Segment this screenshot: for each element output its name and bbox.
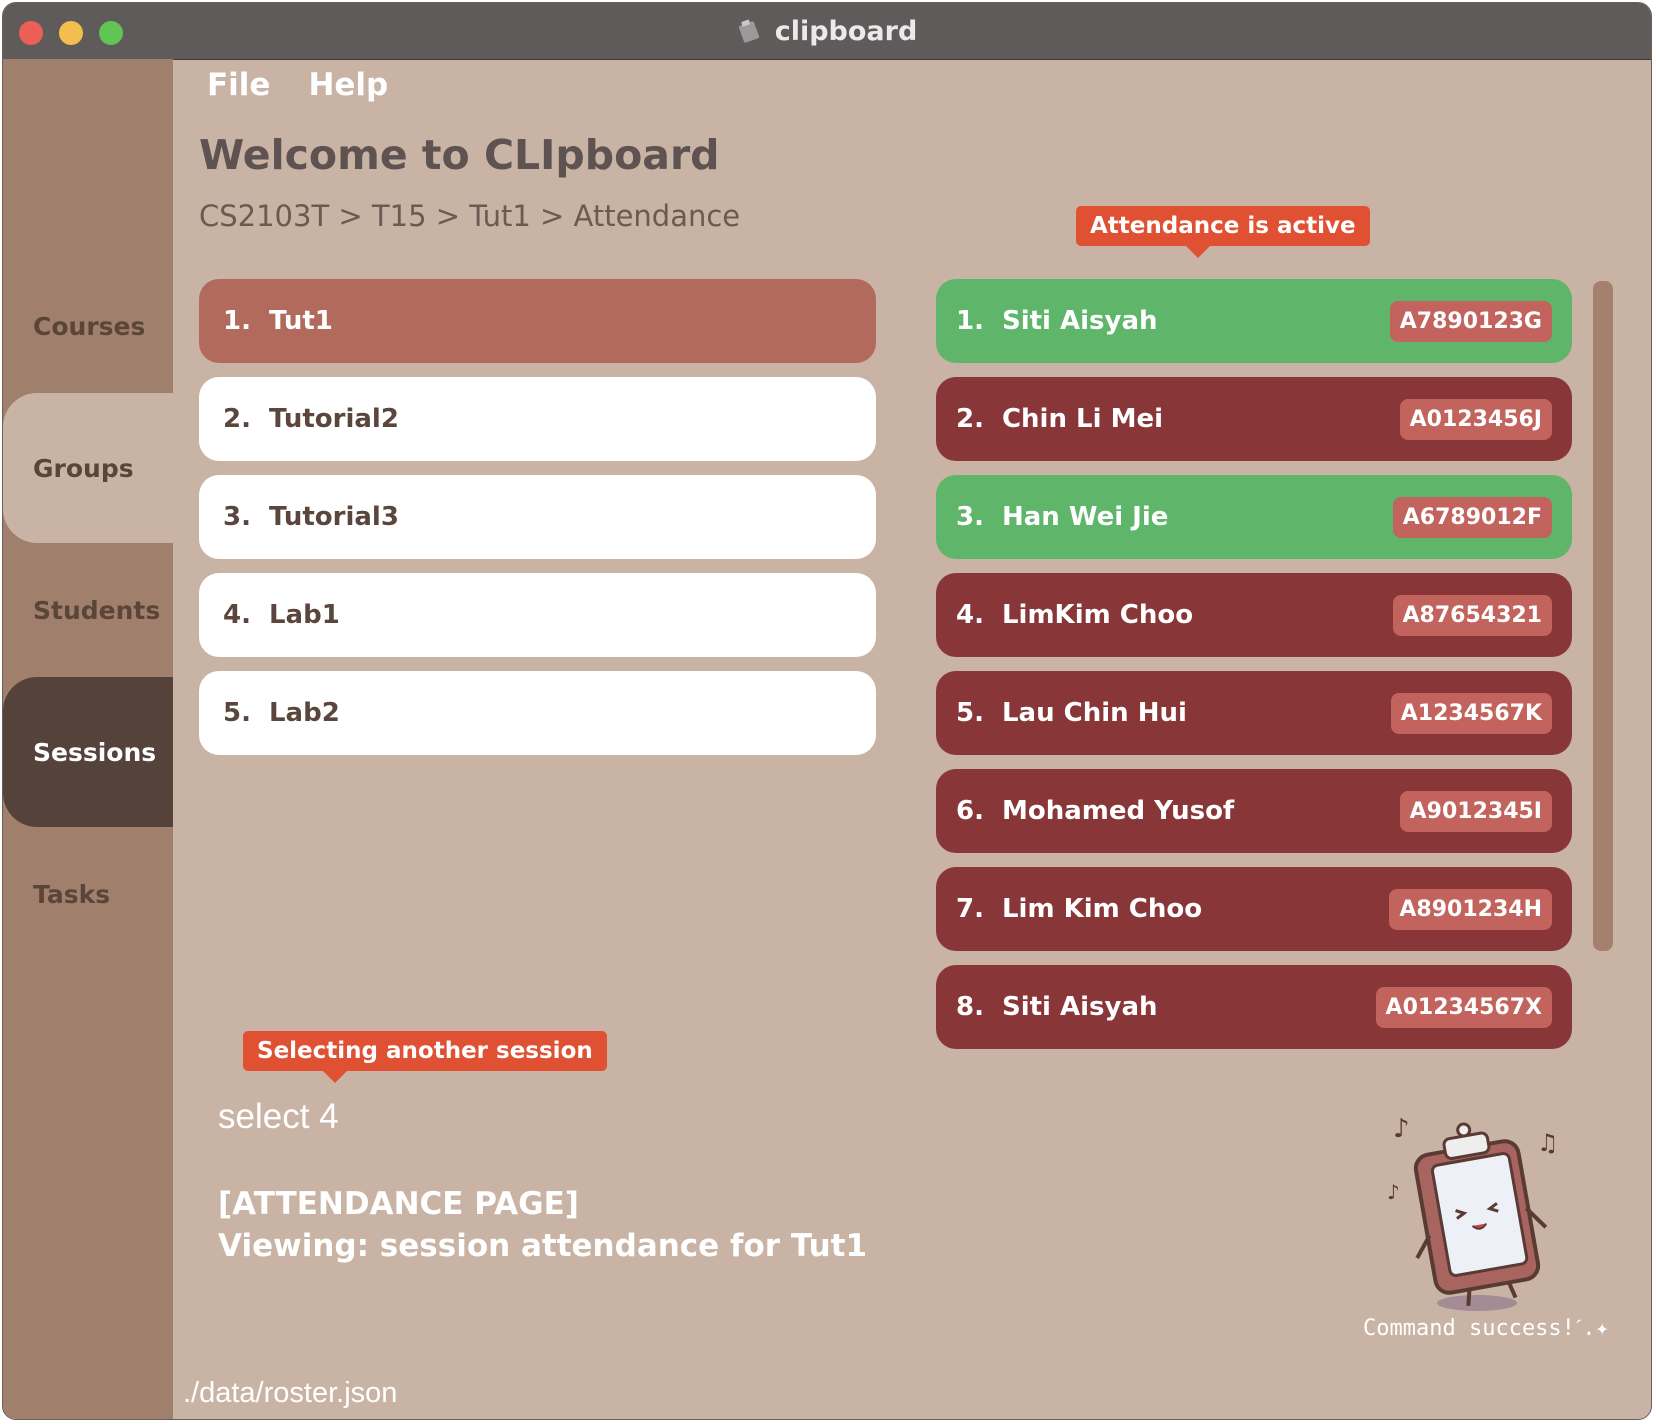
mascot-caption-text: Command success!: [1363, 1316, 1575, 1341]
window-title: clipboard: [3, 3, 1651, 59]
session-item[interactable]: 2. Tutorial2: [199, 377, 876, 461]
command-input[interactable]: select 4: [218, 1097, 339, 1137]
session-item[interactable]: 5. Lab2: [199, 671, 876, 755]
session-index: 3.: [223, 502, 251, 532]
svg-text:♫: ♫: [1537, 1129, 1559, 1157]
clipboard-icon: [738, 19, 759, 43]
sidebar-item-groups[interactable]: Groups: [3, 393, 173, 543]
student-index: 7.: [956, 894, 984, 924]
sidebar-item-students[interactable]: Students: [3, 535, 173, 685]
student-name: Chin Li Mei: [1001, 404, 1163, 434]
result-line-detail: Viewing: session attendance for Tut1: [218, 1228, 868, 1264]
student-id-badge: A0123456J: [1399, 398, 1552, 440]
sidebar-item-sessions[interactable]: Sessions: [3, 677, 173, 827]
student-id-badge: A7890123G: [1389, 300, 1552, 342]
student-label: 4. LimKim Choo: [956, 600, 1193, 630]
svg-text:♪: ♪: [1387, 1180, 1400, 1204]
page-title: Welcome to CLIpboard: [199, 131, 720, 179]
session-index: 1.: [223, 306, 251, 336]
student-index: 1.: [956, 306, 984, 336]
student-id-badge: A8901234H: [1389, 888, 1552, 930]
student-item[interactable]: 4. LimKim Choo A87654321: [936, 573, 1572, 657]
breadcrumb: CS2103T > T15 > Tut1 > Attendance: [199, 199, 741, 233]
session-name: Tutorial3: [268, 502, 399, 532]
student-name: LimKim Choo: [1001, 600, 1194, 630]
student-item[interactable]: 7. Lim Kim Choo A8901234H: [936, 867, 1572, 951]
session-name: Tut1: [268, 306, 333, 336]
student-attendance-list: 1. Siti Aisyah A7890123G 2. Chin Li Mei A0…: [936, 279, 1572, 1063]
student-index: 8.: [956, 992, 984, 1022]
student-index: 6.: [956, 796, 984, 826]
result-line-title: [ATTENDANCE PAGE]: [218, 1186, 579, 1222]
student-id-badge: A6789012F: [1392, 496, 1552, 538]
clipboard-mascot-icon: ♪ ♫ ♪: [1387, 1114, 1559, 1311]
session-item[interactable]: 3. Tutorial3: [199, 475, 876, 559]
student-label: 5. Lau Chin Hui: [956, 698, 1187, 728]
session-name: Lab2: [268, 698, 340, 728]
student-index: 3.: [956, 502, 984, 532]
session-index: 2.: [223, 404, 251, 434]
window-title-text: clipboard: [774, 15, 918, 47]
svg-text:♪: ♪: [1393, 1114, 1410, 1144]
student-item[interactable]: 6. Mohamed Yusof A9012345I: [936, 769, 1572, 853]
session-name: Lab1: [268, 600, 340, 630]
sidebar-item-courses[interactable]: Courses: [3, 251, 173, 401]
student-item[interactable]: 1. Siti Aisyah A7890123G: [936, 279, 1572, 363]
student-list-scrollbar[interactable]: [1593, 281, 1613, 951]
mascot-caption: Command success!ˊ.✦: [1363, 1315, 1609, 1341]
student-label: 1. Siti Aisyah: [956, 306, 1158, 336]
student-label: 2. Chin Li Mei: [956, 404, 1163, 434]
student-name: Lim Kim Choo: [1001, 894, 1203, 924]
session-index: 5.: [223, 698, 251, 728]
sparkle-icon: ˊ.✦: [1574, 1316, 1609, 1341]
student-item[interactable]: 8. Siti Aisyah A01234567X: [936, 965, 1572, 1049]
student-name: Siti Aisyah: [1001, 992, 1158, 1022]
menu-bar: File Help: [207, 67, 388, 103]
session-name: Tutorial2: [268, 404, 399, 434]
student-label: 8. Siti Aisyah: [956, 992, 1158, 1022]
student-id-badge: A87654321: [1392, 594, 1552, 636]
sidebar: Courses Groups Students Sessions Tasks: [3, 59, 173, 1419]
student-id-badge: A01234567X: [1375, 986, 1552, 1028]
session-item[interactable]: 4. Lab1: [199, 573, 876, 657]
title-bar: clipboard: [3, 3, 1651, 60]
session-list: 1. Tut1 2. Tutorial2 3. Tutorial3 4. Lab…: [199, 279, 876, 769]
student-name: Han Wei Jie: [1001, 502, 1169, 532]
student-item[interactable]: 3. Han Wei Jie A6789012F: [936, 475, 1572, 559]
student-label: 6. Mohamed Yusof: [956, 796, 1234, 826]
session-item[interactable]: 1. Tut1: [199, 279, 876, 363]
student-name: Siti Aisyah: [1001, 306, 1158, 336]
student-index: 2.: [956, 404, 984, 434]
selecting-session-callout: Selecting another session: [243, 1031, 607, 1083]
command-result: [ATTENDANCE PAGE] Viewing: session atten…: [218, 1183, 867, 1267]
student-index: 5.: [956, 698, 984, 728]
menu-file[interactable]: File: [207, 67, 270, 103]
menu-help[interactable]: Help: [308, 67, 388, 103]
student-id-badge: A9012345I: [1399, 790, 1552, 832]
student-label: 3. Han Wei Jie: [956, 502, 1168, 532]
student-label: 7. Lim Kim Choo: [956, 894, 1202, 924]
student-id-badge: A1234567K: [1390, 692, 1552, 734]
sidebar-item-tasks[interactable]: Tasks: [3, 819, 173, 969]
student-item[interactable]: 2. Chin Li Mei A0123456J: [936, 377, 1572, 461]
student-name: Lau Chin Hui: [1001, 698, 1187, 728]
student-item[interactable]: 5. Lau Chin Hui A1234567K: [936, 671, 1572, 755]
student-index: 4.: [956, 600, 984, 630]
status-bar-path: ./data/roster.json: [183, 1377, 398, 1409]
app-window: clipboard Courses Groups Students Sessio…: [2, 2, 1652, 1420]
student-name: Mohamed Yusof: [1001, 796, 1235, 826]
attendance-active-callout: Attendance is active: [1076, 206, 1370, 258]
session-index: 4.: [223, 600, 251, 630]
